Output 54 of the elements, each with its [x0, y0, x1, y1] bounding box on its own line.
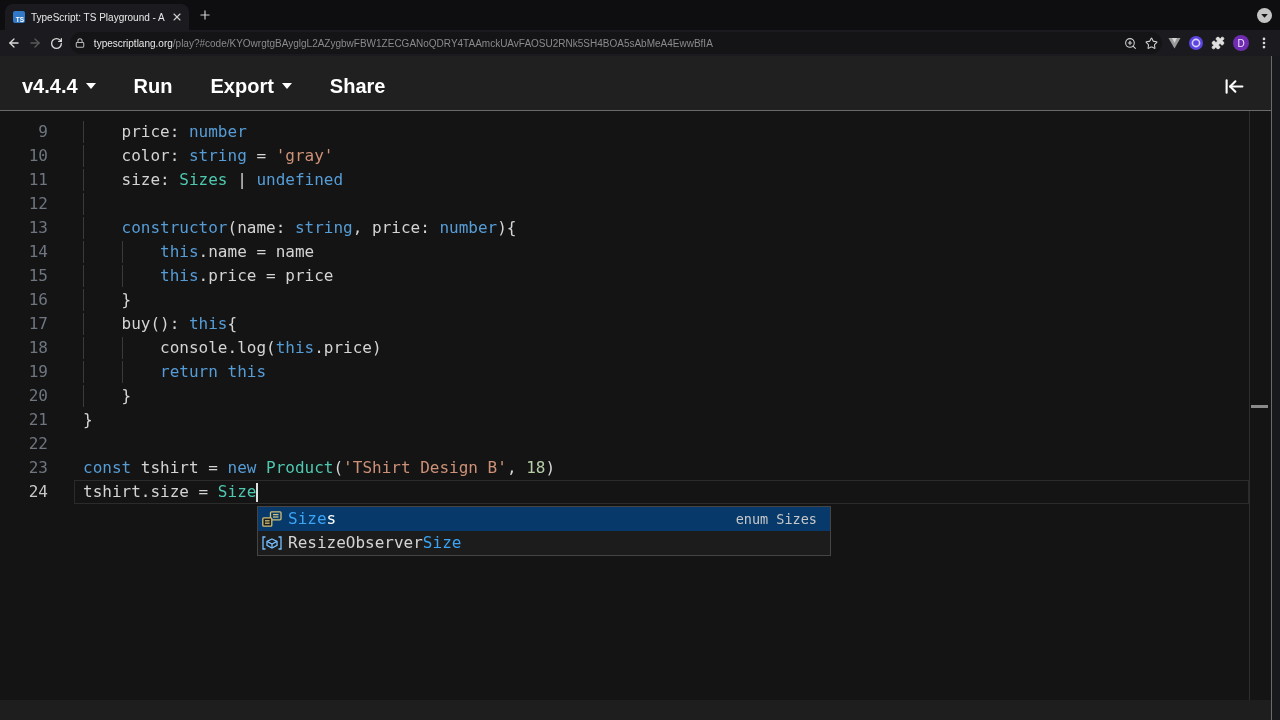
code-line: buy(): this{ [121, 313, 238, 335]
code-line: } [83, 409, 93, 431]
code-line: this.price = price [160, 265, 334, 287]
suggestion-item[interactable]: Sizes enum Sizes [258, 507, 830, 531]
code-line: return this [160, 361, 267, 383]
address-bar[interactable]: typescriptlang.org/play?#code/KYOwrgtgBAyglgL2AZygbwFBW1ZECGANoQDRY4TAAmckUAvFAOSU2RNk5SH4BOA5sAbMeA4EwwBfIA [69, 32, 1162, 54]
text-cursor [256, 482, 259, 502]
lock-icon [74, 38, 85, 48]
code-line: this.name = name [160, 241, 315, 263]
code-line: size: Sizes | undefined [121, 169, 344, 191]
code-line: } [121, 289, 132, 311]
toolbar-button[interactable]: Share [329, 71, 386, 101]
code-line: console.log(this.price) [160, 337, 382, 359]
reload-icon[interactable] [49, 36, 63, 50]
code-line: constructor(name: string, price: number){ [121, 217, 517, 239]
code-line: const tshirt = new Product('TShirt Design B', 18) [83, 457, 556, 479]
code-line: tshirt.size = Size [83, 481, 257, 503]
star-icon[interactable] [1145, 36, 1158, 50]
line-number: 19 [27, 361, 48, 383]
line-number: 15 [27, 265, 48, 287]
ring-icon[interactable] [1189, 36, 1203, 50]
toolbar-button[interactable]: Run [133, 71, 173, 101]
circle-caret-icon[interactable] [1257, 8, 1272, 23]
variable-icon [262, 536, 282, 550]
triangle-icon[interactable] [1168, 37, 1181, 49]
suggestion-item[interactable]: ResizeObserverSize [258, 531, 830, 555]
line-number: 17 [27, 313, 48, 335]
line-number: 20 [27, 385, 48, 407]
line-number: 21 [27, 409, 48, 431]
toolbar-button[interactable]: Export [210, 71, 292, 101]
code-line: price: number [121, 121, 247, 143]
scroll-position-marker [1251, 405, 1268, 408]
line-number: 11 [27, 169, 48, 191]
line-number: 10 [27, 145, 48, 167]
plus-icon[interactable] [197, 8, 212, 22]
code-line: color: string = 'gray' [121, 145, 334, 167]
line-number: 13 [27, 217, 48, 239]
profile-avatar[interactable]: D [1233, 35, 1249, 51]
line-number: 18 [27, 337, 48, 359]
zoom-icon[interactable] [1124, 36, 1137, 50]
toolbar-button[interactable]: v4.4.4 [22, 71, 96, 101]
caret-down-icon [281, 83, 292, 89]
url-text: typescriptlang.org/play?#code/KYOwrgtgBAyglgL2AZygbwFBW1ZECGANoQDRY4TAAmckUAvFAOSU2RNk5SH4BOA5sAbMeA4EwwBfIA [93, 36, 713, 51]
code-line: } [121, 385, 132, 407]
line-number: 16 [27, 289, 48, 311]
line-number: 14 [27, 241, 48, 263]
line-number: 12 [27, 193, 48, 215]
line-number: 23 [27, 457, 48, 479]
enum-icon [262, 511, 282, 527]
caret-down-icon [85, 83, 96, 89]
line-number: 9 [37, 121, 48, 143]
puzzle-icon[interactable] [1211, 36, 1225, 50]
line-number: 24 [27, 481, 48, 503]
line-number: 22 [27, 433, 48, 455]
